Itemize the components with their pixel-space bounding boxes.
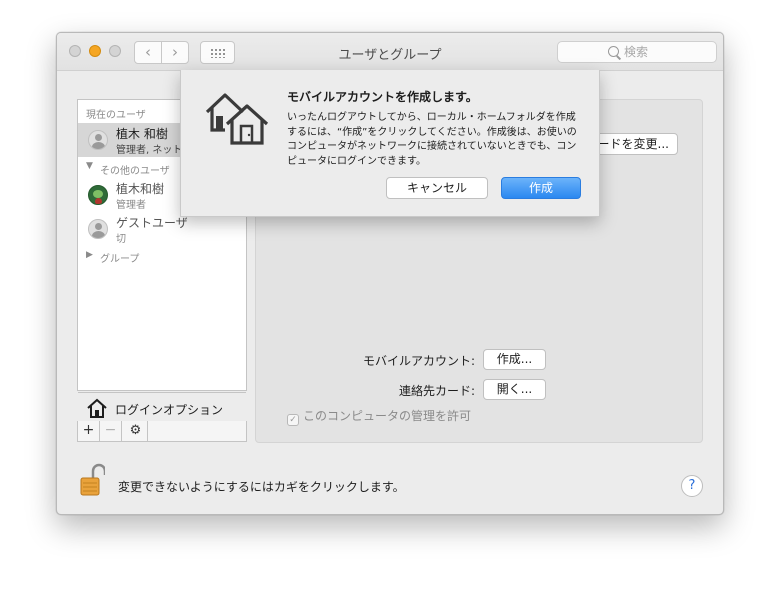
login-options-item[interactable]: ログインオプション: [78, 392, 246, 422]
padlock-unlocked-icon[interactable]: [79, 463, 105, 497]
allow-admin-checkbox[interactable]: ✓: [287, 414, 299, 426]
search-input[interactable]: 検索: [557, 41, 717, 63]
other-users-label: その他のユーザ: [100, 166, 170, 177]
sidebar-toolbar: + − ⚙: [77, 421, 247, 442]
titlebar: ‹ › ユーザとグループ 検索: [57, 33, 723, 71]
house-icon: [87, 398, 107, 418]
avatar: [88, 130, 108, 150]
search-placeholder: 検索: [624, 45, 649, 59]
create-mobile-account-button[interactable]: 作成...: [483, 349, 546, 370]
help-button[interactable]: ?: [681, 475, 703, 497]
lock-message: 変更できないようにするにはカギをクリックします。: [118, 480, 405, 494]
cancel-button[interactable]: キャンセル: [386, 177, 488, 199]
mobile-account-label: モバイルアカウント:: [362, 354, 475, 368]
user-name: 植木 和樹: [116, 127, 168, 141]
gear-icon[interactable]: ⚙: [124, 421, 148, 441]
login-options-label: ログインオプション: [115, 403, 224, 417]
user-row-guest[interactable]: ゲストユーザ 切: [78, 212, 246, 246]
create-mobile-account-sheet: モバイルアカウントを作成します。 いったんログアウトしてから、ローカル・ホームフ…: [180, 70, 600, 217]
disclosure-triangle-closed-icon[interactable]: ▶: [86, 250, 93, 260]
sheet-title: モバイルアカウントを作成します。: [287, 90, 478, 104]
home-folder-icon: [205, 93, 269, 145]
allow-admin-label: このコンピュータの管理を許可: [303, 409, 472, 423]
change-password-button[interactable]: ードを変更...: [596, 133, 678, 155]
add-user-button[interactable]: +: [78, 421, 100, 441]
sheet-message: いったんログアウトしてから、ローカル・ホームフォルダを作成するには、“作成”をク…: [287, 112, 577, 167]
allow-admin-row[interactable]: ✓ このコンピュータの管理を許可: [287, 407, 471, 426]
remove-user-button[interactable]: −: [100, 421, 122, 441]
avatar: [88, 219, 108, 239]
user-name: ゲストユーザ: [116, 216, 188, 230]
current-users-label: 現在のユーザ: [86, 110, 146, 121]
avatar: [88, 185, 108, 205]
create-button[interactable]: 作成: [501, 177, 581, 199]
search-icon: [608, 46, 619, 57]
groups-label[interactable]: グループ: [100, 250, 139, 265]
open-contact-card-button[interactable]: 開く...: [483, 379, 546, 400]
user-role: 切: [116, 234, 126, 245]
disclosure-triangle-open-icon[interactable]: ▼: [86, 161, 93, 171]
user-name: 植木和樹: [116, 182, 165, 196]
contact-card-label: 連絡先カード:: [398, 384, 475, 398]
user-role: 管理者: [116, 200, 146, 211]
